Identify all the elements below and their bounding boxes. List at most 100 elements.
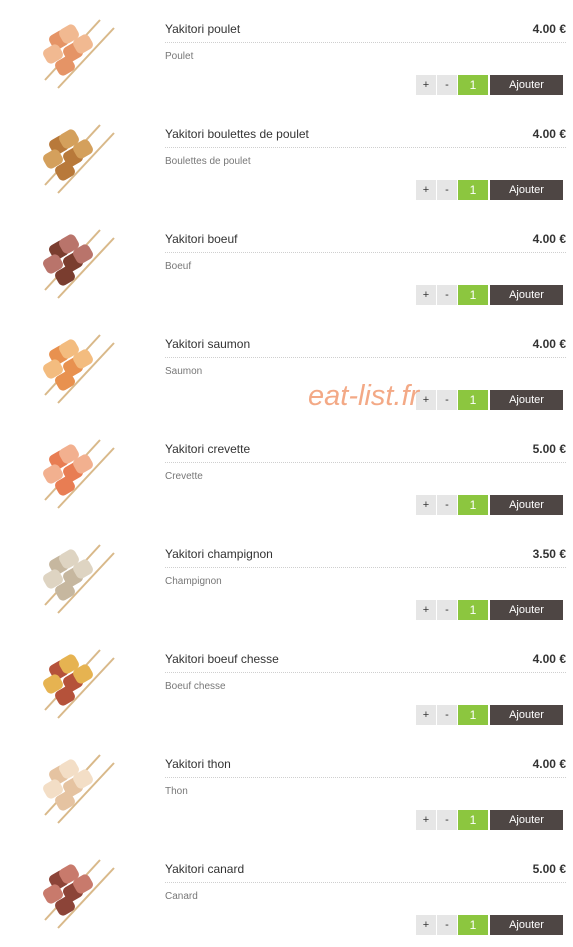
item-price: 4.00 € bbox=[532, 232, 566, 246]
menu-item: Yakitori thon 4.00 € Thon + -1 Ajouter bbox=[0, 735, 573, 840]
quantity-field[interactable]: 1 bbox=[458, 390, 488, 410]
item-description: Boeuf chesse bbox=[165, 681, 226, 692]
item-price: 4.00 € bbox=[532, 652, 566, 666]
item-name: Yakitori poulet bbox=[165, 22, 241, 36]
quantity-controls: + -1 Ajouter bbox=[416, 285, 563, 305]
item-price: 3.50 € bbox=[532, 547, 566, 561]
quantity-field[interactable]: 1 bbox=[458, 75, 488, 95]
menu-item: Yakitori boeuf chesse 4.00 € Boeuf chesse +… bbox=[0, 630, 573, 735]
item-divider bbox=[165, 252, 566, 253]
quantity-field[interactable]: 1 bbox=[458, 495, 488, 515]
quantity-controls: + -1 Ajouter bbox=[416, 915, 563, 935]
shrimp-skewer-image bbox=[30, 432, 120, 512]
item-name: Yakitori crevette bbox=[165, 442, 251, 456]
menu-item: Yakitori crevette 5.00 € Crevette + -1 Ajoute… bbox=[0, 420, 573, 525]
item-name: Yakitori boulettes de poulet bbox=[165, 127, 309, 141]
salmon-skewer-image bbox=[30, 327, 120, 407]
add-to-cart-button[interactable]: Ajouter bbox=[490, 600, 563, 620]
quantity-field[interactable]: 1 bbox=[458, 180, 488, 200]
decrement-button[interactable]: - bbox=[437, 600, 457, 620]
decrement-button[interactable]: - bbox=[437, 285, 457, 305]
add-to-cart-button[interactable]: Ajouter bbox=[490, 285, 563, 305]
menu-item: Yakitori champignon 3.50 € Champignon + -1 Aj… bbox=[0, 525, 573, 630]
item-divider bbox=[165, 567, 566, 568]
item-name: Yakitori canard bbox=[165, 862, 245, 876]
quantity-field[interactable]: 1 bbox=[458, 915, 488, 935]
menu-item: Yakitori poulet 4.00 € Poulet + -1 Ajouter bbox=[0, 0, 573, 105]
item-price: 4.00 € bbox=[532, 22, 566, 36]
quantity-controls: + -1 Ajouter bbox=[416, 75, 563, 95]
increment-button[interactable]: + bbox=[416, 810, 436, 830]
menu-list: Yakitori poulet 4.00 € Poulet + -1 Ajouter Yak… bbox=[0, 0, 573, 945]
quantity-controls: + -1 Ajouter bbox=[416, 810, 563, 830]
item-name: Yakitori boeuf chesse bbox=[165, 652, 279, 666]
item-price: 4.00 € bbox=[532, 337, 566, 351]
chicken-skewer-image bbox=[30, 12, 120, 92]
item-divider bbox=[165, 882, 566, 883]
item-price: 4.00 € bbox=[532, 757, 566, 771]
item-description: Thon bbox=[165, 786, 188, 797]
quantity-field[interactable]: 1 bbox=[458, 810, 488, 830]
decrement-button[interactable]: - bbox=[437, 75, 457, 95]
beef-cheese-skewer-image bbox=[30, 642, 120, 722]
decrement-button[interactable]: - bbox=[437, 810, 457, 830]
item-description: Crevette bbox=[165, 471, 203, 482]
meatball-skewer-image bbox=[30, 117, 120, 197]
add-to-cart-button[interactable]: Ajouter bbox=[490, 390, 563, 410]
decrement-button[interactable]: - bbox=[437, 495, 457, 515]
tuna-skewer-image bbox=[30, 747, 120, 827]
increment-button[interactable]: + bbox=[416, 495, 436, 515]
add-to-cart-button[interactable]: Ajouter bbox=[490, 810, 563, 830]
decrement-button[interactable]: - bbox=[437, 915, 457, 935]
increment-button[interactable]: + bbox=[416, 705, 436, 725]
menu-item: Yakitori saumon 4.00 € Saumon + -1 Ajouter bbox=[0, 315, 573, 420]
item-description: Boeuf bbox=[165, 261, 192, 272]
item-price: 5.00 € bbox=[532, 442, 566, 456]
quantity-controls: + -1 Ajouter bbox=[416, 495, 563, 515]
add-to-cart-button[interactable]: Ajouter bbox=[490, 915, 563, 935]
decrement-button[interactable]: - bbox=[437, 180, 457, 200]
decrement-button[interactable]: - bbox=[437, 705, 457, 725]
add-to-cart-button[interactable]: Ajouter bbox=[490, 75, 563, 95]
item-divider bbox=[165, 462, 566, 463]
quantity-field[interactable]: 1 bbox=[458, 600, 488, 620]
increment-button[interactable]: + bbox=[416, 180, 436, 200]
add-to-cart-button[interactable]: Ajouter bbox=[490, 705, 563, 725]
quantity-field[interactable]: 1 bbox=[458, 705, 488, 725]
menu-item: Yakitori boulettes de poulet 4.00 € Boulet… bbox=[0, 105, 573, 210]
item-description: Canard bbox=[165, 891, 198, 902]
decrement-button[interactable]: - bbox=[437, 390, 457, 410]
beef-skewer-image bbox=[30, 222, 120, 302]
item-description: Boulettes de poulet bbox=[165, 156, 251, 167]
increment-button[interactable]: + bbox=[416, 915, 436, 935]
quantity-field[interactable]: 1 bbox=[458, 285, 488, 305]
increment-button[interactable]: + bbox=[416, 390, 436, 410]
item-divider bbox=[165, 42, 566, 43]
increment-button[interactable]: + bbox=[416, 285, 436, 305]
item-price: 4.00 € bbox=[532, 127, 566, 141]
item-name: Yakitori saumon bbox=[165, 337, 251, 351]
quantity-controls: + -1 Ajouter bbox=[416, 600, 563, 620]
item-name: Yakitori boeuf bbox=[165, 232, 238, 246]
quantity-controls: + -1 Ajouter bbox=[416, 390, 563, 410]
mushroom-skewer-image bbox=[30, 537, 120, 617]
item-divider bbox=[165, 777, 566, 778]
item-name: Yakitori champignon bbox=[165, 547, 273, 561]
add-to-cart-button[interactable]: Ajouter bbox=[490, 495, 563, 515]
item-description: Poulet bbox=[165, 51, 194, 62]
menu-item: Yakitori canard 5.00 € Canard + -1 Ajouter bbox=[0, 840, 573, 945]
item-divider bbox=[165, 672, 566, 673]
duck-skewer-image bbox=[30, 852, 120, 932]
increment-button[interactable]: + bbox=[416, 75, 436, 95]
menu-item: Yakitori boeuf 4.00 € Boeuf + -1 Ajouter bbox=[0, 210, 573, 315]
quantity-controls: + -1 Ajouter bbox=[416, 705, 563, 725]
quantity-controls: + -1 Ajouter bbox=[416, 180, 563, 200]
item-divider bbox=[165, 147, 566, 148]
item-description: Champignon bbox=[165, 576, 222, 587]
item-name: Yakitori thon bbox=[165, 757, 231, 771]
add-to-cart-button[interactable]: Ajouter bbox=[490, 180, 563, 200]
item-divider bbox=[165, 357, 566, 358]
item-description: Saumon bbox=[165, 366, 203, 377]
increment-button[interactable]: + bbox=[416, 600, 436, 620]
item-price: 5.00 € bbox=[532, 862, 566, 876]
